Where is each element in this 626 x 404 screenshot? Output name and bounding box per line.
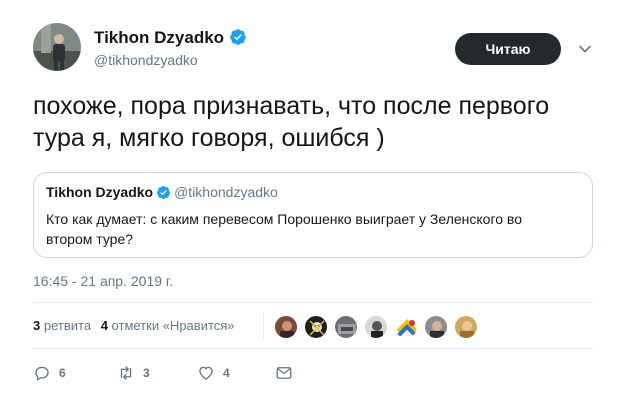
engagement-stats: 3 ретвита 4 отметки «Нравится» xyxy=(33,318,241,333)
quoted-author-handle: @tikhondzyadko xyxy=(174,184,278,200)
likes-count: 4 xyxy=(100,318,108,333)
liker-avatar[interactable] xyxy=(394,315,418,339)
verified-badge-icon xyxy=(230,29,246,45)
retweets-stat[interactable]: 3 ретвита xyxy=(33,318,91,333)
reply-count: 6 xyxy=(59,366,66,380)
likes-stat[interactable]: 4 отметки «Нравится» xyxy=(101,318,235,333)
reply-button[interactable]: 6 xyxy=(33,363,66,383)
author-handle[interactable]: @tikhondzyadko xyxy=(94,52,198,68)
reply-icon xyxy=(35,366,49,381)
liker-avatar[interactable] xyxy=(304,315,328,339)
liker-avatar[interactable] xyxy=(424,315,448,339)
retweets-label: ретвита xyxy=(43,318,92,333)
retweet-icon xyxy=(120,366,132,380)
liker-avatar[interactable] xyxy=(334,315,358,339)
tweet-text: похоже, пора признавать, что после перво… xyxy=(33,92,550,152)
following-button[interactable]: Читаю xyxy=(455,33,561,65)
liker-avatar[interactable] xyxy=(454,315,478,339)
liker-avatar[interactable] xyxy=(364,315,388,339)
author-name[interactable]: Tikhon Dzyadko xyxy=(94,28,224,47)
like-count: 4 xyxy=(223,366,230,380)
stats-separator xyxy=(263,312,264,340)
quoted-tweet-card[interactable]: Tikhon Dzyadko @tikhondzyadko Кто как дум… xyxy=(33,172,593,258)
retweets-count: 3 xyxy=(33,318,41,333)
verified-badge-icon xyxy=(157,185,171,200)
divider-top xyxy=(33,302,593,303)
tweet-timestamp[interactable]: 16:45 - 21 апр. 2019 г. xyxy=(33,273,173,289)
heart-icon xyxy=(199,366,213,380)
quoted-tweet-text: Кто как думает: с каким перевесом Пороше… xyxy=(46,211,522,247)
chevron-down-icon[interactable] xyxy=(578,42,592,56)
quoted-author-name: Tikhon Dzyadko xyxy=(46,184,154,200)
author-avatar[interactable] xyxy=(33,23,81,71)
like-button[interactable]: 4 xyxy=(197,363,230,383)
author-name-row[interactable]: Tikhon Dzyadko xyxy=(94,28,247,48)
divider-bottom xyxy=(33,348,593,349)
retweet-button[interactable]: 3 xyxy=(117,363,150,383)
likes-label: отметки «Нравится» xyxy=(111,318,235,333)
quoted-tweet-header: Tikhon Dzyadko @tikhondzyadko xyxy=(46,184,278,200)
message-button[interactable] xyxy=(275,363,301,383)
message-icon xyxy=(276,367,292,379)
retweet-count: 3 xyxy=(143,366,150,380)
liker-avatar[interactable] xyxy=(274,315,298,339)
